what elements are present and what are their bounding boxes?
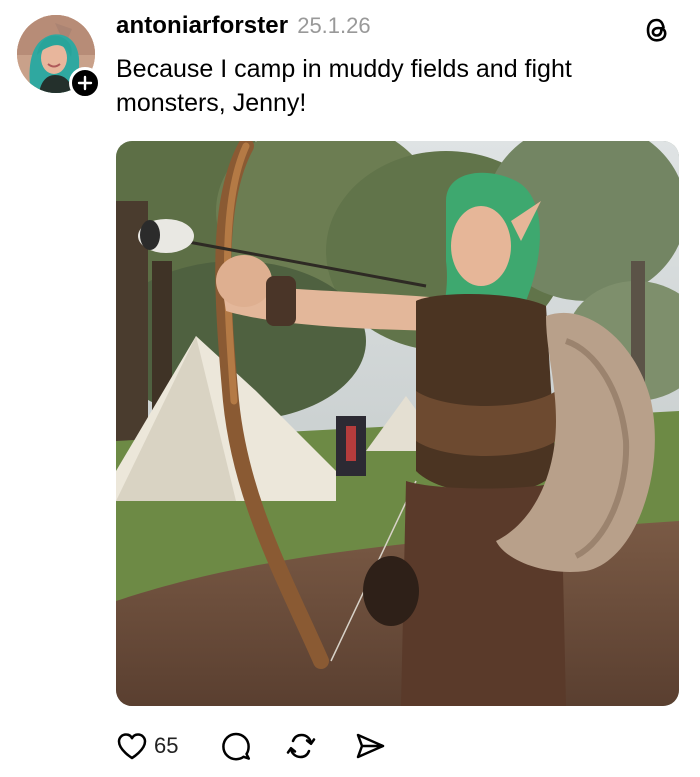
threads-logo-icon[interactable] — [642, 15, 672, 45]
avatar-container[interactable] — [17, 15, 101, 99]
share-button[interactable] — [354, 730, 386, 762]
post-caption: Because I camp in muddy fields and fight… — [116, 55, 572, 117]
heart-icon — [117, 733, 147, 760]
comment-icon — [222, 732, 251, 761]
repost-icon — [287, 733, 316, 759]
plus-icon — [77, 75, 93, 91]
comment-button[interactable] — [220, 730, 252, 762]
username[interactable]: antoniarforster — [116, 12, 288, 40]
repost-button[interactable] — [285, 730, 317, 762]
like-button[interactable]: 65 — [116, 731, 178, 761]
photo-icon — [116, 141, 679, 706]
like-count: 65 — [154, 733, 179, 758]
follow-button[interactable] — [69, 67, 101, 99]
timestamp: 25.1.26 — [297, 13, 371, 38]
thread-post: antoniarforster 25.1.26 Because I camp i… — [0, 0, 700, 777]
post-header: antoniarforster 25.1.26 — [116, 12, 371, 46]
post-photo[interactable] — [116, 141, 679, 706]
action-bar: 65 — [116, 728, 386, 764]
share-icon — [357, 733, 385, 759]
